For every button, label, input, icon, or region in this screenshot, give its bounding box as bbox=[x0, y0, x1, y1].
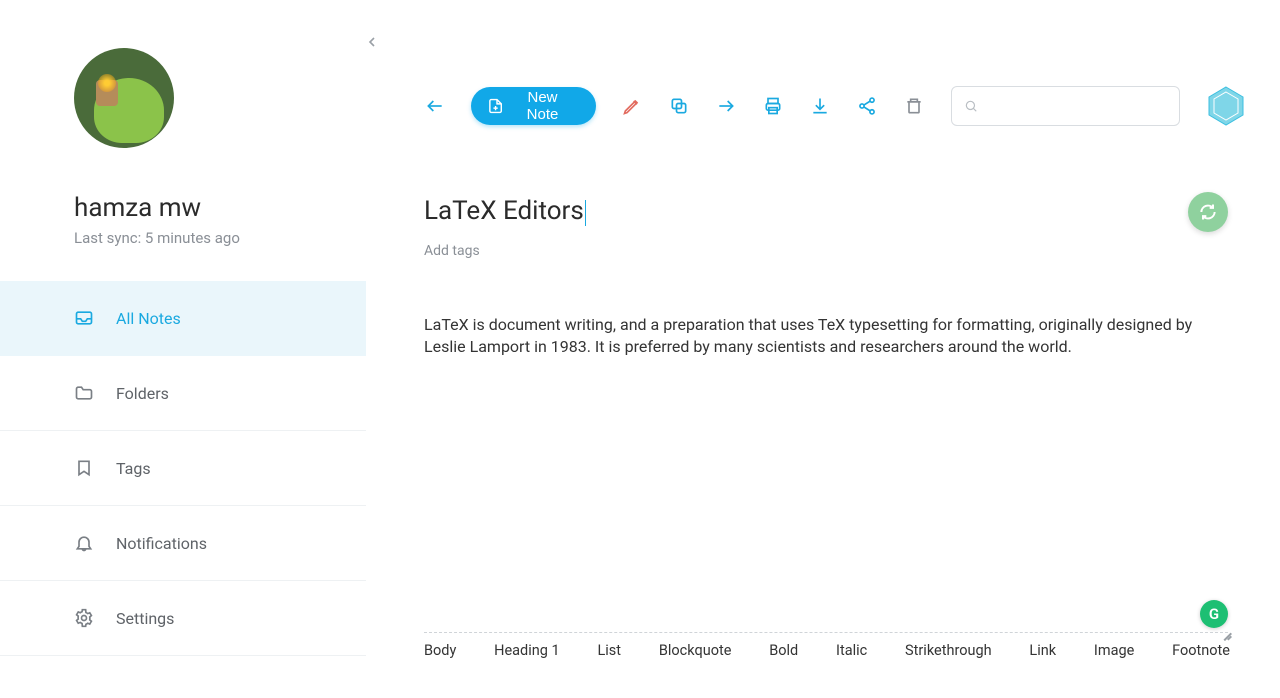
format-list[interactable]: List bbox=[597, 642, 621, 659]
sidebar-item-all-notes[interactable]: All Notes bbox=[0, 281, 366, 356]
format-footnote[interactable]: Footnote bbox=[1172, 642, 1230, 659]
sidebar-item-settings[interactable]: Settings bbox=[0, 581, 366, 656]
delete-button[interactable] bbox=[904, 95, 925, 117]
bell-icon bbox=[74, 533, 94, 553]
format-strikethrough[interactable]: Strikethrough bbox=[905, 642, 992, 659]
gear-icon bbox=[74, 608, 94, 628]
inbox-icon bbox=[74, 308, 94, 328]
sidebar-item-folders[interactable]: Folders bbox=[0, 356, 366, 431]
sidebar-item-label: Tags bbox=[116, 459, 151, 478]
sidebar-item-notifications[interactable]: Notifications bbox=[0, 506, 366, 581]
format-heading1[interactable]: Heading 1 bbox=[494, 642, 560, 659]
print-icon bbox=[763, 96, 783, 116]
note-body[interactable]: LaTeX is document writing, and a prepara… bbox=[424, 314, 1230, 359]
format-bar: Body Heading 1 List Blockquote Bold Ital… bbox=[424, 642, 1230, 659]
username: hamza mw bbox=[74, 193, 366, 223]
sidebar-item-label: Notifications bbox=[116, 534, 207, 553]
grammarly-badge[interactable]: G bbox=[1200, 600, 1228, 628]
trash-icon bbox=[904, 96, 924, 116]
format-italic[interactable]: Italic bbox=[836, 642, 867, 659]
sidebar-item-label: Folders bbox=[116, 384, 169, 403]
copy-button[interactable] bbox=[669, 95, 690, 117]
refresh-icon bbox=[1198, 202, 1218, 222]
format-image[interactable]: Image bbox=[1094, 642, 1134, 659]
arrow-left-icon bbox=[425, 96, 445, 116]
sync-fab[interactable] bbox=[1188, 192, 1228, 232]
format-blockquote[interactable]: Blockquote bbox=[659, 642, 732, 659]
file-plus-icon bbox=[487, 97, 504, 115]
forward-button[interactable] bbox=[716, 95, 737, 117]
folder-icon bbox=[74, 383, 94, 403]
main-area: New Note bbox=[366, 0, 1280, 698]
format-link[interactable]: Link bbox=[1029, 642, 1056, 659]
note-title[interactable]: LaTeX Editors bbox=[424, 196, 586, 226]
share-button[interactable] bbox=[857, 95, 878, 117]
share-icon bbox=[857, 96, 877, 116]
bookmark-icon bbox=[74, 458, 94, 478]
download-icon bbox=[810, 96, 830, 116]
toolbar: New Note bbox=[424, 86, 1246, 126]
new-note-button[interactable]: New Note bbox=[471, 87, 596, 125]
app-logo[interactable] bbox=[1206, 84, 1246, 128]
sidebar-item-label: Settings bbox=[116, 609, 174, 628]
print-button[interactable] bbox=[763, 95, 784, 117]
sidebar: hamza mw Last sync: 5 minutes ago All No… bbox=[0, 0, 366, 698]
new-note-label: New Note bbox=[511, 89, 574, 123]
format-body[interactable]: Body bbox=[424, 642, 456, 659]
sidebar-item-tags[interactable]: Tags bbox=[0, 431, 366, 506]
sidebar-item-label: All Notes bbox=[116, 309, 181, 328]
add-tags-button[interactable]: Add tags bbox=[424, 243, 480, 259]
search-input[interactable] bbox=[986, 98, 1167, 114]
sidebar-nav: All Notes Folders Tags Notifications Set… bbox=[0, 281, 366, 656]
download-button[interactable] bbox=[810, 95, 831, 117]
copy-icon bbox=[669, 96, 689, 116]
format-bold[interactable]: Bold bbox=[769, 642, 798, 659]
search-icon bbox=[964, 99, 978, 113]
back-button[interactable] bbox=[424, 95, 445, 117]
hex-logo-icon bbox=[1206, 84, 1246, 128]
pencil-icon bbox=[622, 96, 642, 116]
avatar[interactable] bbox=[74, 48, 174, 148]
last-sync: Last sync: 5 minutes ago bbox=[74, 229, 366, 247]
edit-button[interactable] bbox=[622, 95, 643, 117]
search-box[interactable] bbox=[951, 86, 1180, 126]
arrow-right-icon bbox=[716, 96, 736, 116]
editor-separator bbox=[424, 632, 1228, 633]
